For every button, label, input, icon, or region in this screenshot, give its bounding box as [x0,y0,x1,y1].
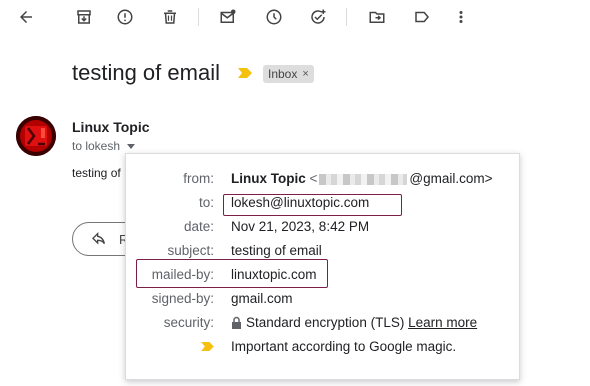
detail-row-security: security: Standard encryption (TLS) Lear… [126,315,516,335]
recipient-toggle[interactable]: to lokesh [72,139,136,153]
email-subject: testing of email [72,60,220,85]
detail-row-signed-by: signed-by: gmail.com [126,291,516,311]
inbox-label-chip[interactable]: Inbox × [263,65,314,83]
sender-name: Linux Topic [72,119,150,135]
add-to-tasks-icon[interactable] [306,5,330,29]
importance-marker-icon [201,342,214,351]
message-details-popup: from: Linux Topic < @gmail.com> to: lokes… [125,153,520,380]
subject-label: subject: [167,243,214,258]
toolbar-divider [198,8,199,26]
to-line-text: to lokesh [72,139,121,153]
date-value: Nov 21, 2023, 8:42 PM [231,219,370,234]
importance-value: Important according to Google magic. [231,339,457,354]
detail-row-importance: Important according to Google magic. [126,339,516,359]
from-prefix: < [309,171,318,186]
signed-by-value: gmail.com [231,291,293,306]
importance-marker-icon[interactable] [238,68,252,78]
labels-icon[interactable] [410,5,434,29]
lock-icon [232,316,241,329]
back-arrow-icon[interactable] [14,5,38,29]
snooze-icon[interactable] [262,5,286,29]
report-spam-icon[interactable] [113,5,137,29]
move-to-icon[interactable] [365,5,389,29]
to-label: to: [198,195,214,210]
toolbar [0,0,590,34]
security-value: Standard encryption (TLS) Learn more [231,315,477,330]
from-suffix: @gmail.com> [409,171,493,186]
detail-row-date: date: Nov 21, 2023, 8:42 PM [126,219,516,239]
subject-value: testing of email [231,243,322,258]
date-label: date: [183,219,214,234]
chevron-down-icon[interactable] [127,144,136,149]
from-label: from: [183,171,214,186]
inbox-label: Inbox [268,67,298,81]
from-name: Linux Topic [231,171,306,186]
security-text: Standard encryption (TLS) [246,315,405,330]
detail-row-from: from: Linux Topic < @gmail.com> [126,171,516,191]
redacted-address [319,173,408,185]
remove-label-icon[interactable]: × [302,68,308,80]
reply-icon [92,232,105,245]
mark-unread-icon[interactable] [216,5,240,29]
highlight-box-mailed-by [136,259,328,288]
signed-by-label: signed-by: [151,291,214,306]
email-body-snippet: testing of [72,166,121,180]
from-value: Linux Topic < @gmail.com> [231,171,493,186]
more-vert-icon[interactable] [449,5,473,29]
security-label: security: [163,315,214,330]
delete-icon[interactable] [158,5,182,29]
avatar[interactable] [16,116,56,156]
toolbar-divider [346,8,347,26]
archive-icon[interactable] [72,5,96,29]
learn-more-link[interactable]: Learn more [408,315,477,330]
importance-marker-slot [201,339,214,354]
highlight-box-to [223,194,402,216]
